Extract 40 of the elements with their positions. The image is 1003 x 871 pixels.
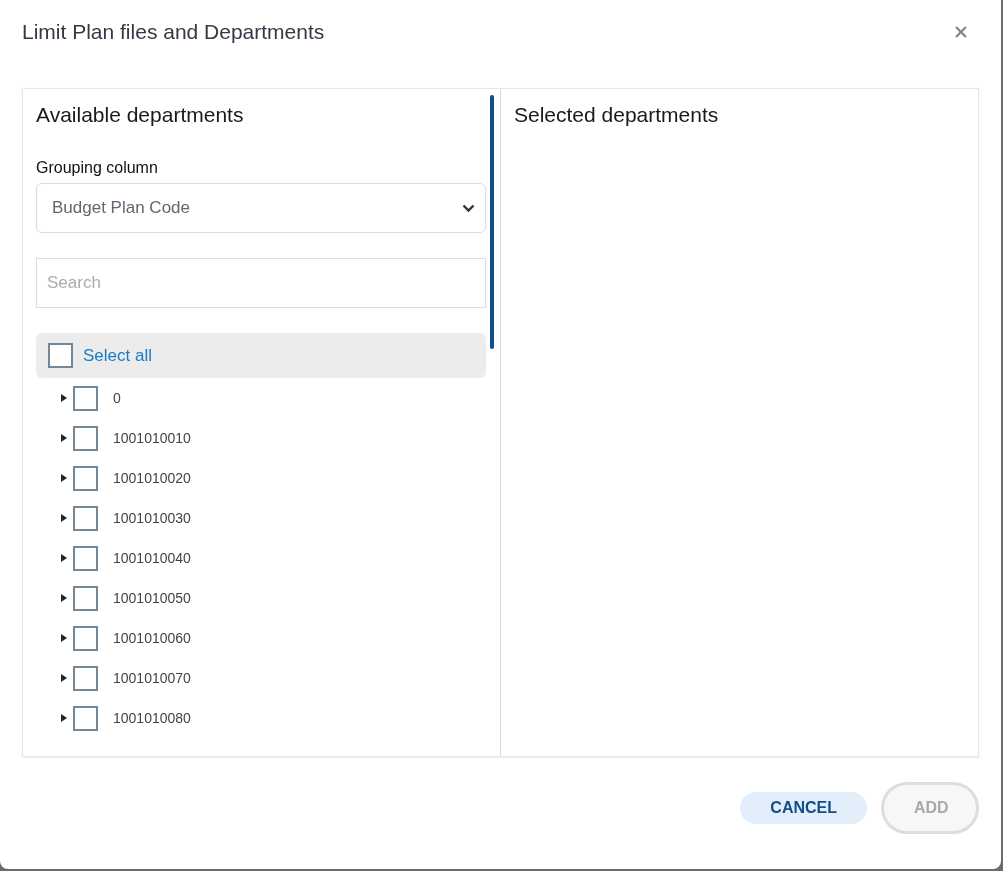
- search-field[interactable]: Search: [36, 258, 486, 308]
- department-code: 1001010020: [113, 470, 191, 486]
- panel-heading: Selected departments: [514, 103, 720, 127]
- caret-right-icon[interactable]: [61, 514, 67, 522]
- department-code: 1001010070: [113, 670, 191, 686]
- checkbox[interactable]: [73, 505, 98, 531]
- dialog-title: Limit Plan files and Departments: [22, 20, 325, 44]
- checkbox[interactable]: [73, 705, 98, 731]
- caret-right-icon[interactable]: [61, 554, 67, 562]
- caret-right-icon[interactable]: [61, 634, 67, 642]
- department-code: 1001010080: [113, 710, 191, 726]
- department-code: 1001010050: [113, 590, 191, 606]
- field-label: Grouping column: [36, 159, 159, 177]
- checkbox[interactable]: [73, 585, 98, 611]
- cancel-button[interactable]: CANCEL: [740, 792, 867, 824]
- panel-heading: Available departments: [36, 103, 245, 127]
- checkbox[interactable]: [73, 625, 98, 651]
- select-all-row[interactable]: Select all: [36, 333, 486, 378]
- department-code: 1001010030: [113, 510, 191, 526]
- checkbox[interactable]: [73, 385, 98, 411]
- checkbox[interactable]: [73, 425, 98, 451]
- checkbox[interactable]: [73, 465, 98, 491]
- caret-right-icon[interactable]: [61, 594, 67, 602]
- grouping-dropdown[interactable]: Budget Plan Code: [36, 183, 486, 233]
- checkbox[interactable]: [48, 343, 73, 368]
- caret-right-icon[interactable]: [61, 714, 67, 722]
- department-code: 1001010060: [113, 630, 191, 646]
- caret-right-icon[interactable]: [61, 394, 67, 402]
- select-all-label: Select all: [83, 345, 152, 366]
- close-icon: [955, 26, 967, 38]
- caret-right-icon[interactable]: [61, 434, 67, 442]
- checkbox[interactable]: [73, 545, 98, 571]
- department-code: 0: [113, 390, 121, 406]
- caret-right-icon[interactable]: [61, 474, 67, 482]
- department-code: 1001010040: [113, 550, 191, 566]
- scrollbar-thumb[interactable]: [490, 95, 494, 349]
- department-code: 1001010010: [113, 430, 191, 446]
- chevron-down-icon: [462, 203, 475, 213]
- caret-right-icon[interactable]: [61, 674, 67, 682]
- checkbox[interactable]: [73, 665, 98, 691]
